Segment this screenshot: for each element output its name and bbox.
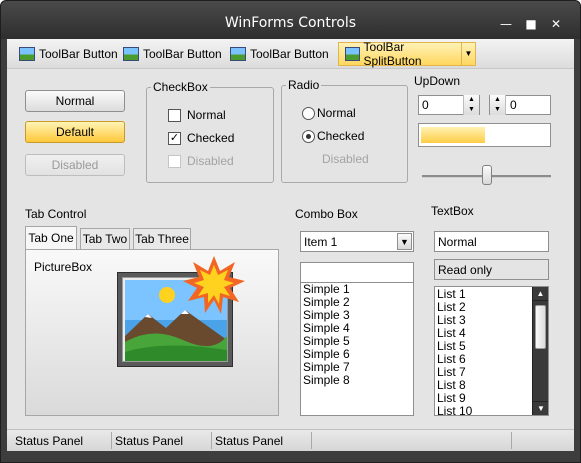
minimize-icon[interactable]: — — [499, 17, 513, 31]
slider-thumb[interactable] — [482, 165, 492, 185]
textbox-readonly-value: Read only — [438, 262, 493, 277]
checkbox-group: CheckBox Normal ✓ Checked Disabled — [146, 80, 274, 183]
chevron-down-icon[interactable]: ▼ — [461, 43, 475, 65]
radio-circle-checked — [302, 129, 315, 143]
radio-dot-icon — [306, 133, 311, 139]
checkmark-icon: ✓ — [168, 131, 181, 145]
checkbox-disabled: Disabled — [168, 154, 234, 168]
numeric-updown-1[interactable]: 0 ▲ ▼ — [418, 95, 480, 115]
status-panel-1: Status Panel — [15, 434, 84, 448]
spin-buttons[interactable]: ▲ ▼ — [463, 95, 479, 115]
toolbar-button-2[interactable]: ToolBar Button — [117, 42, 228, 66]
checkbox-label: Normal — [187, 108, 226, 122]
checkbox-label: Disabled — [187, 154, 234, 168]
toolbar-button-label: ToolBar Button — [143, 47, 222, 61]
checkbox-box — [168, 154, 181, 168]
radio-group: Radio Normal Checked Disabled — [281, 78, 408, 183]
tab-three[interactable]: Tab Three — [133, 228, 191, 249]
status-panel-2: Status Panel — [115, 434, 184, 448]
scrollbar-thumb[interactable] — [535, 305, 546, 349]
status-separator — [511, 432, 512, 449]
numeric-updown-2[interactable]: ▲ ▼ 0 — [489, 95, 551, 115]
toolbar-button-label: ToolBar Button — [250, 47, 329, 61]
close-icon[interactable]: ✕ — [549, 17, 563, 31]
main-window: WinForms Controls — ■ ✕ ToolBar Button T… — [0, 0, 581, 463]
starburst-icon — [183, 256, 245, 314]
picture-icon — [345, 47, 360, 61]
scroll-down-icon[interactable]: ▼ — [533, 401, 548, 415]
toolbar-split-button-label: ToolBar SplitButton — [363, 40, 422, 68]
spin-buttons[interactable]: ▲ ▼ — [490, 95, 506, 115]
tab-one[interactable]: Tab One — [25, 226, 77, 249]
toolbar-button-label: ToolBar Button — [39, 47, 118, 61]
progress-bar — [418, 123, 551, 147]
picture-icon — [123, 47, 139, 61]
status-bar: Status Panel Status Panel Status Panel — [7, 429, 574, 451]
toolbar-button-3[interactable]: ToolBar Button — [224, 42, 335, 66]
progress-fill — [421, 127, 485, 143]
scroll-up-icon[interactable]: ▲ — [533, 287, 548, 301]
tab-two[interactable]: Tab Two — [80, 228, 130, 249]
spin-down-icon[interactable]: ▼ — [490, 105, 505, 115]
combo-box-title: Combo Box — [295, 207, 358, 221]
radio-circle — [302, 106, 315, 120]
picture-icon — [230, 47, 246, 61]
textbox-title: TextBox — [431, 204, 474, 218]
tab-control-title: Tab Control — [25, 207, 87, 221]
simple-combo-list[interactable]: Simple 1 Simple 2 Simple 3 Simple 4 Simp… — [300, 282, 414, 416]
toolbar-split-button[interactable]: ToolBar SplitButton ▼ — [338, 40, 476, 68]
window-title: WinForms Controls — [224, 15, 357, 31]
checkbox-label: Checked — [187, 131, 235, 145]
radio-normal[interactable]: Normal — [302, 106, 356, 120]
list-item[interactable]: Simple 8 — [301, 374, 413, 387]
toolbar: ToolBar Button ToolBar Button ToolBar Bu… — [7, 39, 574, 69]
radio-group-title: Radio — [286, 78, 322, 92]
radio-checked[interactable]: Checked — [302, 129, 364, 143]
status-panel-3: Status Panel — [215, 434, 284, 448]
status-separator — [311, 432, 312, 449]
radio-label: Disabled — [322, 152, 369, 166]
tab-page: PictureBox — [25, 249, 279, 416]
updown-title: UpDown — [414, 74, 461, 88]
numeric-updown-value: 0 — [510, 98, 517, 112]
list-box[interactable]: List 1 List 2 List 3 List 4 List 5 List … — [434, 286, 549, 416]
status-separator — [111, 432, 112, 449]
readonly-textbox: Read only — [434, 259, 549, 280]
normal-button[interactable]: Normal — [25, 90, 125, 112]
toolbar-button-1[interactable]: ToolBar Button — [13, 42, 124, 66]
checkbox-group-title: CheckBox — [151, 80, 210, 94]
client-area: ToolBar Button ToolBar Button ToolBar Bu… — [7, 39, 574, 451]
simple-combo-input[interactable] — [300, 262, 414, 283]
textbox-value: Normal — [438, 234, 477, 249]
checkbox-checked[interactable]: ✓ Checked — [168, 131, 234, 145]
title-bar[interactable]: WinForms Controls — ■ ✕ — [1, 1, 580, 39]
vertical-scrollbar[interactable]: ▲ ▼ — [532, 287, 548, 415]
checkbox-normal[interactable]: Normal — [168, 108, 226, 122]
spin-down-icon[interactable]: ▼ — [464, 105, 479, 115]
numeric-updown-value: 0 — [422, 98, 429, 112]
radio-label: Checked — [317, 129, 365, 143]
spin-up-icon[interactable]: ▲ — [464, 95, 479, 105]
checkbox-box — [168, 108, 181, 122]
normal-textbox[interactable]: Normal — [434, 231, 549, 252]
maximize-icon[interactable]: ■ — [524, 17, 538, 31]
default-button[interactable]: Default — [25, 121, 125, 143]
radio-label: Normal — [317, 106, 356, 120]
spin-up-icon[interactable]: ▲ — [490, 95, 505, 105]
chevron-down-icon[interactable]: ▼ — [397, 233, 412, 250]
picture-icon — [19, 47, 35, 61]
status-separator — [211, 432, 212, 449]
disabled-button: Disabled — [25, 154, 125, 176]
combo-selected-value: Item 1 — [304, 234, 338, 249]
picturebox-label: PictureBox — [34, 260, 93, 274]
combo-box-dropdown[interactable]: Item 1 ▼ — [300, 231, 414, 252]
radio-disabled: Disabled — [322, 152, 369, 166]
